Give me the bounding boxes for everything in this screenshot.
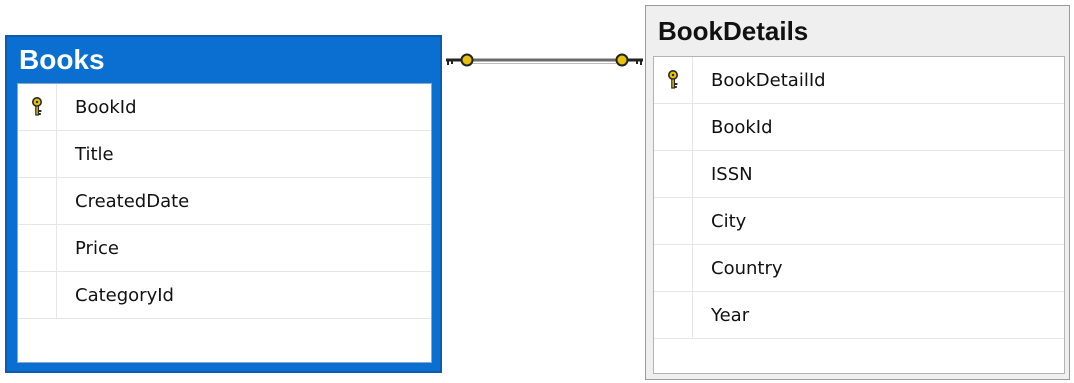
column-row-price[interactable]: Price — [18, 225, 431, 272]
column-name[interactable]: Country — [693, 258, 783, 279]
column-name[interactable]: City — [693, 211, 746, 232]
primary-key-cell — [18, 84, 57, 130]
column-name[interactable]: ISSN — [693, 164, 753, 185]
table-title[interactable]: BookDetails — [646, 6, 1069, 51]
table-books[interactable]: Books BookId Title CreatedDate Price Cat… — [5, 35, 442, 373]
column-row-bookdetailid[interactable]: BookDetailId — [654, 57, 1064, 104]
relationship-right-key-icon — [615, 53, 643, 67]
key-cell-empty — [654, 198, 693, 244]
column-row-city[interactable]: City — [654, 198, 1064, 245]
key-cell-empty — [654, 292, 693, 338]
relationship-left-key-icon — [446, 53, 474, 67]
column-row-year[interactable]: Year — [654, 292, 1064, 339]
column-name[interactable]: BookDetailId — [693, 70, 826, 91]
column-list: BookId Title CreatedDate Price CategoryI… — [17, 83, 432, 363]
column-row-issn[interactable]: ISSN — [654, 151, 1064, 198]
key-cell-empty — [18, 225, 57, 271]
column-name[interactable]: Title — [57, 144, 114, 165]
column-row-bookid[interactable]: BookId — [654, 104, 1064, 151]
column-list: BookDetailId BookId ISSN City Country Ye… — [653, 56, 1065, 374]
table-title[interactable]: Books — [7, 37, 440, 83]
key-icon — [32, 97, 42, 116]
key-cell-empty — [654, 151, 693, 197]
column-name[interactable]: Year — [693, 305, 749, 326]
key-cell-empty — [654, 245, 693, 291]
column-name[interactable]: Price — [57, 238, 119, 259]
key-cell-empty — [654, 104, 693, 150]
column-row-createddate[interactable]: CreatedDate — [18, 178, 431, 225]
table-bookdetails[interactable]: BookDetails BookDetailId BookId ISSN Cit… — [645, 5, 1070, 380]
column-name[interactable]: CreatedDate — [57, 191, 189, 212]
column-row-title[interactable]: Title — [18, 131, 431, 178]
column-row-categoryid[interactable]: CategoryId — [18, 272, 431, 319]
key-cell-empty — [18, 178, 57, 224]
key-cell-empty — [18, 131, 57, 177]
column-name[interactable]: BookId — [57, 97, 137, 118]
key-icon — [668, 70, 678, 89]
column-name[interactable]: CategoryId — [57, 285, 174, 306]
primary-key-cell — [654, 57, 693, 103]
column-row-bookid[interactable]: BookId — [18, 84, 431, 131]
key-cell-empty — [18, 272, 57, 318]
column-row-country[interactable]: Country — [654, 245, 1064, 292]
column-name[interactable]: BookId — [693, 117, 773, 138]
